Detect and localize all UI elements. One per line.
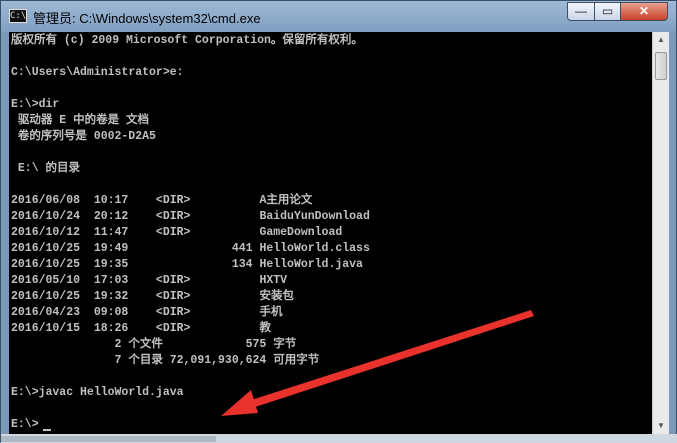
dir-summary-files: 2 个文件 575 字节 [11,338,297,351]
console-line: 版权所有 (c) 2009 Microsoft Corporation。保留所有… [11,34,363,47]
console-line: E:\ 的目录 [11,162,81,175]
console-line: 驱动器 E 中的卷是 文档 [11,114,150,127]
console-line: C:\Users\Administrator>e: [11,66,184,79]
dir-entry: 2016/10/15 18:26 <DIR> 教 [11,322,271,335]
dir-entry: 2016/10/25 19:49 441 HelloWorld.class [11,242,370,255]
dir-entry: 2016/10/25 19:32 <DIR> 安装包 [11,290,294,303]
scroll-up-arrow-icon[interactable]: ▲ [653,32,669,48]
scroll-down-arrow-icon[interactable]: ▼ [653,418,669,434]
command-prompt[interactable]: E:\> [11,417,39,433]
dir-entry: 2016/10/25 19:35 134 HelloWorld.java [11,258,363,271]
window-title: 管理员: C:\Windows\system32\cmd.exe [33,11,261,26]
dir-summary-dirs: 7 个目录 72,091,930,624 可用字节 [11,354,320,367]
cmd-window: C:\ 管理员: C:\Windows\system32\cmd.exe — ▭… [0,0,677,443]
console-output[interactable]: 版权所有 (c) 2009 Microsoft Corporation。保留所有… [9,32,652,434]
title-bar[interactable]: C:\ 管理员: C:\Windows\system32\cmd.exe — ▭… [1,1,676,32]
text-cursor [43,429,51,431]
vertical-scrollbar[interactable]: ▲ ▼ [652,32,669,434]
cmd-app-icon[interactable]: C:\ [9,9,27,23]
minimize-button[interactable]: — [567,2,595,21]
dir-entry: 2016/06/08 10:17 <DIR> A主用论文 [11,194,313,207]
dir-entry: 2016/10/24 20:12 <DIR> BaiduYunDownload [11,210,370,223]
console-line: E:\>javac HelloWorld.java [11,386,184,399]
maximize-button[interactable]: ▭ [594,2,621,21]
dir-entry: 2016/05/10 17:03 <DIR> HXTV [11,274,288,287]
dir-entry: 2016/04/23 09:08 <DIR> 手机 [11,306,283,319]
scrollbar-thumb[interactable] [655,52,667,80]
close-button[interactable]: ✕ [620,2,668,21]
console-line: E:\>dir [11,98,60,111]
horizontal-scrollbar-thumb[interactable] [1,436,216,442]
console-line: 卷的序列号是 0002-D2A5 [11,130,156,143]
dir-entry: 2016/10/12 11:47 <DIR> GameDownload [11,226,343,239]
